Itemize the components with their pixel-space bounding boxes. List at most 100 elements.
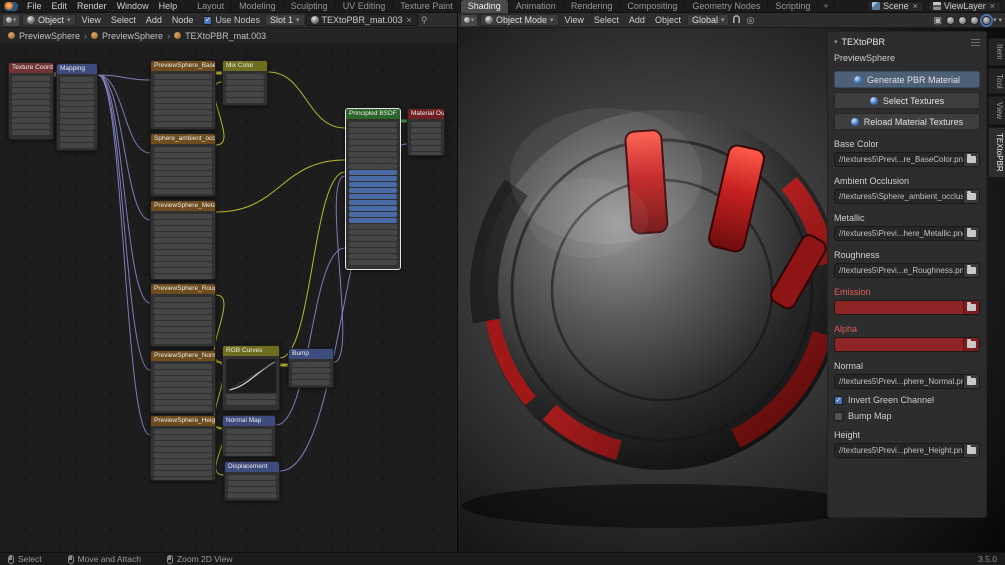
open-file-button[interactable] xyxy=(963,153,979,166)
node-socket-row[interactable] xyxy=(154,183,212,188)
shading-rendered-button[interactable] xyxy=(982,16,991,25)
viewlayer-unlink-icon[interactable]: × xyxy=(989,1,996,11)
node-socket-row[interactable] xyxy=(154,147,212,152)
node-socket-row[interactable] xyxy=(154,86,212,91)
node-material-output[interactable]: Material Output xyxy=(407,108,445,156)
scene-selector[interactable]: Scene × xyxy=(867,1,924,12)
node-socket-row[interactable] xyxy=(154,74,212,79)
node-socket-row[interactable] xyxy=(154,274,212,279)
node-rgb-curves[interactable]: RGB Curves xyxy=(222,345,280,411)
node-socket-row[interactable] xyxy=(60,131,94,136)
panel-grip-icon[interactable] xyxy=(971,39,980,46)
node-socket-row[interactable] xyxy=(60,113,94,118)
node-header[interactable]: Texture Coordinate xyxy=(9,63,53,73)
node-socket-row[interactable] xyxy=(154,441,212,446)
use-nodes-checkbox[interactable]: ✓ xyxy=(203,16,212,25)
node-socket-row[interactable] xyxy=(349,176,397,181)
tab-modeling[interactable]: Modeling xyxy=(232,0,284,13)
node-socket-row[interactable] xyxy=(12,130,50,135)
node-socket-row[interactable] xyxy=(228,481,276,486)
node-socket-row[interactable] xyxy=(154,453,212,458)
node-socket-row[interactable] xyxy=(226,86,264,91)
node-socket-row[interactable] xyxy=(154,321,212,326)
node-socket-row[interactable] xyxy=(60,119,94,124)
scene-unlink-icon[interactable]: × xyxy=(912,1,919,11)
node-mapping[interactable]: Mapping xyxy=(56,63,98,151)
node-socket-row[interactable] xyxy=(154,370,212,375)
tab-texture-paint[interactable]: Texture Paint xyxy=(393,0,461,13)
node-socket-row[interactable] xyxy=(411,128,441,133)
node-socket-row[interactable] xyxy=(154,333,212,338)
editor-type-icon[interactable]: ▾ xyxy=(461,15,477,26)
viewlayer-selector[interactable]: ViewLayer × xyxy=(928,1,1001,12)
normal-path-field[interactable]: //textures5\Previ...phere_Normal.png xyxy=(834,374,980,389)
node-socket-row[interactable] xyxy=(349,236,397,241)
node-socket-row[interactable] xyxy=(226,98,264,103)
node-socket-row[interactable] xyxy=(154,232,212,237)
use-nodes-toggle[interactable]: ✓ Use Nodes xyxy=(199,15,264,25)
xray-icon[interactable]: ▣ xyxy=(931,15,944,26)
shading-dropdown-icon[interactable]: ▾ xyxy=(998,16,1002,24)
node-bump[interactable]: Bump xyxy=(288,348,334,388)
node-socket-row[interactable] xyxy=(349,164,397,169)
node-socket-row[interactable] xyxy=(154,256,212,261)
node-socket-row[interactable] xyxy=(154,459,212,464)
node-socket-row[interactable] xyxy=(154,92,212,97)
node-socket-row[interactable] xyxy=(154,214,212,219)
node-socket-row[interactable] xyxy=(154,110,212,115)
blender-icon[interactable] xyxy=(4,2,18,11)
node-socket-row[interactable] xyxy=(154,244,212,249)
node-socket-row[interactable] xyxy=(154,303,212,308)
node-header[interactable]: Material Output xyxy=(408,109,444,119)
node-socket-row[interactable] xyxy=(154,309,212,314)
node-previewsphere-basecolor[interactable]: PreviewSphere_BaseColor xyxy=(150,60,216,130)
node-socket-row[interactable] xyxy=(154,238,212,243)
node-socket-row[interactable] xyxy=(12,94,50,99)
node-socket-row[interactable] xyxy=(12,100,50,105)
add-workspace-button[interactable]: + xyxy=(818,0,834,13)
node-socket-row[interactable] xyxy=(154,382,212,387)
node-socket-row[interactable] xyxy=(292,380,330,385)
viewport-menu-view[interactable]: View xyxy=(560,14,589,27)
node-header[interactable]: PreviewSphere_Roughness xyxy=(151,284,215,294)
node-socket-row[interactable] xyxy=(411,152,441,156)
metallic-path-field[interactable]: //textures5\Previ...here_Metallic.png xyxy=(834,226,980,241)
node-socket-row[interactable] xyxy=(349,182,397,187)
open-file-button[interactable] xyxy=(963,338,979,351)
shading-wireframe-button[interactable] xyxy=(946,16,955,25)
node-socket-row[interactable] xyxy=(349,200,397,205)
node-socket-row[interactable] xyxy=(154,189,212,194)
node-socket-row[interactable] xyxy=(226,394,276,399)
node-socket-row[interactable] xyxy=(349,158,397,163)
node-socket-row[interactable] xyxy=(292,374,330,379)
node-header[interactable]: PreviewSphere_NormalGL xyxy=(151,351,215,361)
menu-file[interactable]: File xyxy=(22,0,47,13)
node-socket-row[interactable] xyxy=(349,242,397,247)
node-socket-row[interactable] xyxy=(154,327,212,332)
node-socket-row[interactable] xyxy=(411,122,441,127)
viewport-canvas[interactable]: ▾ TEXtoPBR PreviewSphere Generate PBR Ma… xyxy=(458,28,1005,552)
node-socket-row[interactable] xyxy=(154,400,212,405)
node-socket-row[interactable] xyxy=(60,125,94,130)
node-header[interactable]: Bump xyxy=(289,349,333,359)
node-socket-row[interactable] xyxy=(226,441,272,446)
node-socket-row[interactable] xyxy=(411,146,441,151)
snap-magnet-icon[interactable] xyxy=(730,15,743,26)
roughness-path-field[interactable]: //textures5\Previ...e_Roughness.png xyxy=(834,263,980,278)
menu-render[interactable]: Render xyxy=(72,0,112,13)
open-file-button[interactable] xyxy=(963,375,979,388)
tab-sculpting[interactable]: Sculpting xyxy=(284,0,336,13)
node-header[interactable]: Mapping xyxy=(57,64,97,74)
node-socket-row[interactable] xyxy=(349,212,397,217)
breadcrumb-item[interactable]: PreviewSphere xyxy=(19,31,80,41)
node-socket-row[interactable] xyxy=(154,104,212,109)
node-socket-row[interactable] xyxy=(226,80,264,85)
tab-compositing[interactable]: Compositing xyxy=(620,0,685,13)
node-canvas[interactable]: PreviewSphere›PreviewSphere›TEXtoPBR_mat… xyxy=(0,28,457,552)
material-datablock[interactable]: TEXtoPBR_mat.003 × xyxy=(306,14,418,26)
node-socket-row[interactable] xyxy=(349,230,397,235)
menu-help[interactable]: Help xyxy=(154,0,183,13)
node-socket-row[interactable] xyxy=(349,206,397,211)
tab-shading[interactable]: Shading xyxy=(461,0,509,13)
node-socket-row[interactable] xyxy=(154,447,212,452)
